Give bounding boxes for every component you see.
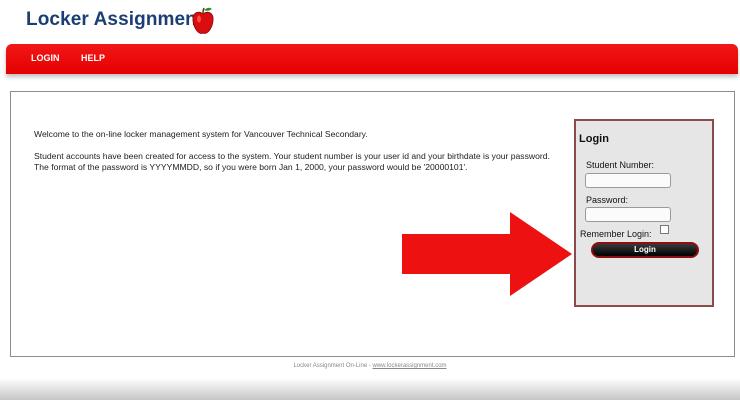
- bottom-shadow: [0, 378, 740, 400]
- login-button[interactable]: Login: [591, 242, 699, 258]
- welcome-message: Welcome to the on-line locker management…: [34, 129, 368, 139]
- apple-icon: [192, 7, 214, 34]
- student-number-input[interactable]: [585, 173, 671, 188]
- header: Locker Assignment: [0, 0, 740, 44]
- footer-link[interactable]: www.lockerassignment.com: [373, 363, 447, 369]
- footer-text: Locker Assignment On-Line -: [293, 363, 373, 369]
- footer: Locker Assignment On-Line - www.lockeras…: [0, 363, 740, 369]
- password-input[interactable]: [585, 207, 671, 222]
- password-label: Password:: [586, 195, 629, 205]
- login-title: Login: [579, 133, 609, 145]
- welcome-text: Welcome to the on-line locker management…: [34, 129, 554, 184]
- right-arrow-icon: [402, 212, 572, 296]
- remember-login-checkbox[interactable]: [660, 225, 669, 234]
- student-number-label: Student Number:: [586, 160, 655, 170]
- top-nav-bar: LOGIN HELP: [6, 44, 738, 74]
- nav-login-link[interactable]: LOGIN: [31, 53, 60, 63]
- main-content-box: Welcome to the on-line locker management…: [10, 91, 735, 357]
- login-panel: Login Student Number: Password: Remember…: [574, 119, 714, 307]
- remember-login-label: Remember Login:: [580, 229, 652, 239]
- app-title: Locker Assignment: [26, 9, 204, 30]
- instructions-message: Student accounts have been created for a…: [34, 150, 550, 173]
- nav-help-link[interactable]: HELP: [81, 53, 105, 63]
